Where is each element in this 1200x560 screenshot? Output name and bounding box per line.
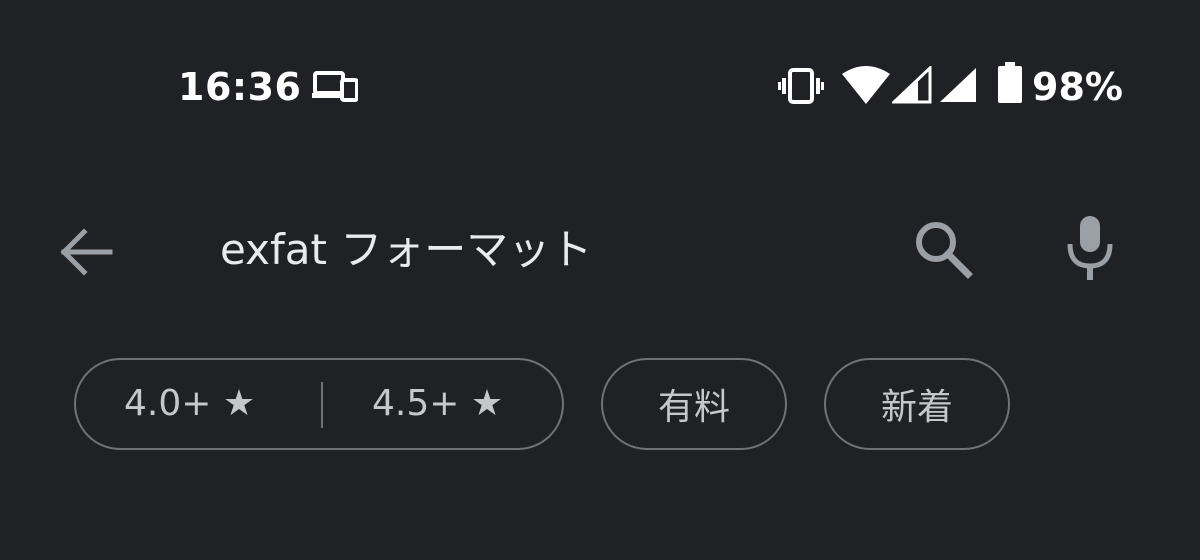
new-filter-label: 新着 — [880, 387, 953, 428]
status-bar: 16:36 98% — [0, 0, 1200, 175]
search-icon — [916, 222, 973, 279]
wifi-icon — [842, 66, 890, 104]
battery-icon — [998, 62, 1022, 103]
arrow-back-icon — [60, 228, 113, 276]
cast-icon — [312, 71, 358, 102]
voice-search-button[interactable] — [1060, 212, 1120, 282]
paid-filter-chip[interactable]: 有料 — [601, 358, 787, 450]
search-query[interactable]: exfat フォーマット — [220, 222, 592, 278]
rating-filter-4-0[interactable]: 4.0+ ★ — [124, 360, 255, 448]
mic-icon — [1067, 216, 1113, 280]
signal-icon — [892, 66, 932, 104]
search-bar — [0, 195, 1200, 305]
search-button[interactable] — [910, 216, 974, 280]
rating-filter-chip: 4.0+ ★ 4.5+ ★ — [74, 358, 564, 450]
paid-filter-label: 有料 — [657, 387, 730, 428]
chip-divider — [321, 382, 323, 428]
status-time: 16:36 — [178, 65, 302, 109]
back-button[interactable] — [56, 222, 116, 282]
battery-percent: 98% — [1032, 65, 1123, 109]
new-filter-chip[interactable]: 新着 — [824, 358, 1010, 450]
vibrate-icon — [778, 68, 824, 104]
rating-filter-4-5[interactable]: 4.5+ ★ — [372, 360, 503, 448]
signal-icon — [940, 68, 976, 102]
